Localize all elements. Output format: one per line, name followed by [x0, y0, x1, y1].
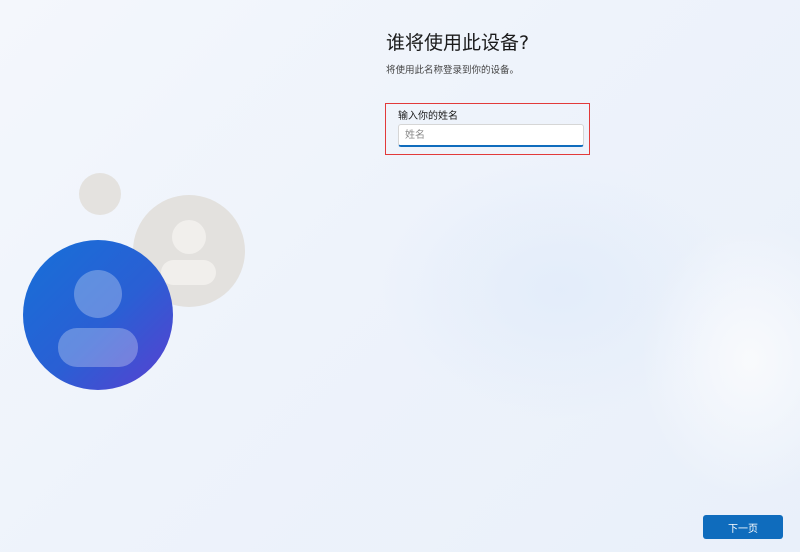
next-button[interactable]: 下一页 — [703, 515, 783, 539]
name-input[interactable] — [398, 124, 584, 147]
page-subtitle: 将使用此名称登录到你的设备。 — [386, 65, 520, 76]
small-circle-icon — [79, 173, 121, 215]
header-section: 谁将使用此设备? 将使用此名称登录到你的设备。 — [386, 30, 786, 77]
setup-screen: 谁将使用此设备? 将使用此名称登录到你的设备。 输入你的姓名 下一页 — [0, 0, 800, 552]
name-field-label: 输入你的姓名 — [398, 111, 458, 122]
user-avatar-icon — [23, 240, 173, 390]
users-illustration — [23, 173, 245, 390]
page-title: 谁将使用此设备? — [386, 32, 530, 54]
